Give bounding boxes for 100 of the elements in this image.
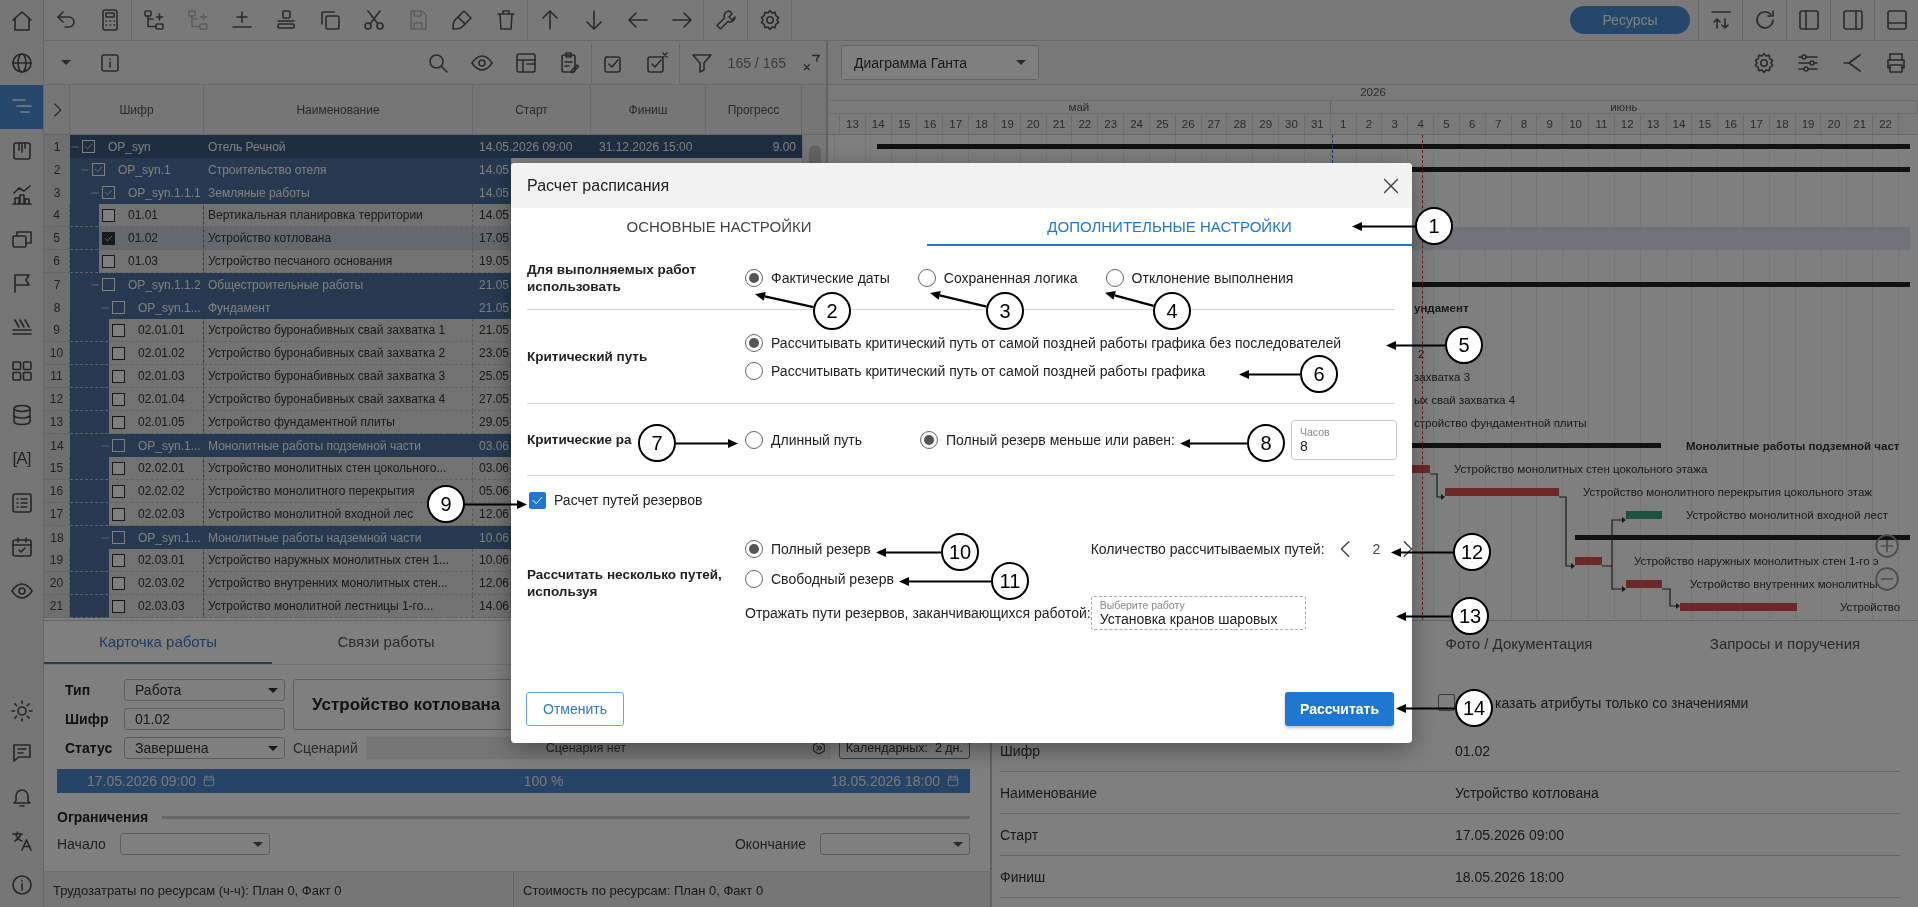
- status-dropdown[interactable]: Завершена: [124, 737, 285, 759]
- dropdown-value: Диаграмма Ганта: [854, 54, 968, 71]
- option-label[interactable]: Фактические даты: [771, 269, 890, 286]
- row-number: 1: [44, 135, 70, 158]
- check-square-x-icon[interactable]: [645, 50, 670, 75]
- copy-icon[interactable]: [318, 8, 342, 32]
- brush-icon[interactable]: [450, 8, 474, 32]
- table-cell: 21.05: [479, 323, 510, 337]
- wrench-icon[interactable]: [713, 8, 738, 32]
- option-label[interactable]: Сохраненная логика: [943, 269, 1078, 286]
- zoom-in-icon[interactable]: [1874, 533, 1900, 559]
- option-label[interactable]: Длинный путь: [771, 431, 862, 448]
- table-cell-text: Общестроительные работы: [207, 276, 365, 294]
- resources-button[interactable]: Ресурсы: [1570, 6, 1690, 34]
- option-label[interactable]: Полный резерв: [771, 541, 871, 557]
- printer-icon[interactable]: [1884, 50, 1908, 75]
- start-constraint-dropdown[interactable]: [119, 833, 270, 855]
- table-cell: 02.03.01: [138, 553, 185, 567]
- tab[interactable]: ОСНОВНЫЕ НАСТРОЙКИ: [511, 208, 927, 246]
- radio-button[interactable]: [745, 430, 763, 449]
- insert-below-icon[interactable]: [274, 8, 298, 32]
- calendar-icon[interactable]: [202, 774, 216, 788]
- hours-field[interactable]: Часов 8: [1290, 419, 1397, 460]
- option-label[interactable]: Рассчитывать критический путь от самой поздней работы графика без последователей: [771, 334, 1341, 351]
- code-field[interactable]: 01.02: [124, 708, 285, 730]
- radio-button[interactable]: [745, 333, 763, 352]
- checkbox[interactable]: [112, 461, 125, 475]
- scenario-icon[interactable]: [810, 740, 827, 756]
- clear-filter-icon[interactable]: [801, 52, 821, 73]
- type-dropdown[interactable]: Работа: [124, 679, 285, 701]
- checkbox-label[interactable]: казать атрибуты только со значениями: [1495, 694, 1749, 711]
- tab[interactable]: ДОПОЛНИТЕЛЬНЫЕ НАСТРОЙКИ: [927, 208, 1412, 246]
- checkbox[interactable]: [112, 599, 125, 613]
- table-row[interactable]: 11 02.01.03 Устройство буронабивных свай захватка 3 25.05: [44, 365, 511, 388]
- cancel-button[interactable]: Отменить: [526, 692, 624, 726]
- checkbox-label[interactable]: Расчет путей резервов: [554, 492, 703, 508]
- checkbox[interactable]: [102, 231, 115, 245]
- tab[interactable]: Карточка работы: [44, 621, 272, 664]
- sidebar-item[interactable]: [A]: [0, 437, 43, 481]
- calculate-button[interactable]: Рассчитать: [1285, 692, 1394, 726]
- view-dropdown[interactable]: Диаграмма Ганта: [841, 45, 1039, 80]
- tab[interactable]: Запросы и поручения: [1652, 621, 1918, 665]
- option-label[interactable]: Рассчитывать критический путь от самой поздней работы графика: [771, 362, 1206, 379]
- radio-button[interactable]: [1105, 268, 1124, 287]
- task-select-field[interactable]: Выберите работу Установка кранов шаровых: [1090, 596, 1306, 630]
- checkbox[interactable]: [112, 553, 125, 567]
- table-row[interactable]: 10 02.01.02 Устройство буронабивных свай захватка 2 23.05: [44, 342, 511, 365]
- table-cell: OP_syn.1.1.1: [128, 185, 201, 200]
- tab[interactable]: Связи работы: [272, 621, 500, 664]
- checkbox[interactable]: [112, 507, 125, 521]
- table-row[interactable]: 20 02.03.02 Устройство внутренних монолитных стен... 12.06: [44, 572, 511, 595]
- bottom-panel-icon[interactable]: [1884, 8, 1909, 32]
- checkbox[interactable]: [529, 491, 546, 509]
- day-label: 2: [1356, 114, 1383, 134]
- day-label: 24: [1124, 114, 1150, 134]
- checkbox[interactable]: [112, 369, 125, 383]
- table-row[interactable]: 15 02.02.01 Устройство монолитных стен цокольного... 03.06: [44, 457, 511, 480]
- radio-button[interactable]: [745, 570, 763, 588]
- radio-button[interactable]: [920, 430, 938, 449]
- radio-button[interactable]: [745, 540, 763, 558]
- table-row[interactable]: 4 01.01 Вертикальная планировка территории 14.05: [44, 204, 511, 227]
- sort-icon[interactable]: [1708, 8, 1733, 32]
- radio-button[interactable]: [917, 268, 936, 287]
- checkbox[interactable]: [102, 254, 115, 268]
- right-panel-icon[interactable]: [1840, 8, 1865, 32]
- table-row[interactable]: 21 02.03.03 Устройство монолитной лестницы 1-го... 14.06: [44, 595, 511, 618]
- option-label[interactable]: Свободный резерв: [771, 571, 894, 587]
- pointer-arrow: [1179, 437, 1248, 449]
- table-row[interactable]: 6 01.03 Устройство песчаного основания 19.05: [44, 250, 511, 273]
- checkmark-icon: [83, 141, 94, 152]
- table-cell: OP_syn.1...: [138, 438, 201, 453]
- callout-marker: 14: [1455, 689, 1493, 727]
- table-row[interactable]: 12 02.01.04 Устройство буронабивных свай захватка 4 27.05: [44, 388, 511, 411]
- checkbox[interactable]: [112, 346, 125, 360]
- layout-icon[interactable]: [513, 50, 538, 75]
- cut-icon[interactable]: [362, 8, 386, 32]
- checkbox[interactable]: [102, 208, 115, 222]
- table-row[interactable]: 13 02.01.05 Устройство фундаментной плиты 29.05: [44, 411, 511, 434]
- checkbox[interactable]: [112, 323, 125, 337]
- radio-button[interactable]: [745, 268, 763, 287]
- month-label: июнь: [1610, 101, 1638, 114]
- table-row[interactable]: 9 02.01.01 Устройство буронабивных свай захватка 1 21.05: [44, 319, 511, 342]
- calendar-icon[interactable]: [946, 774, 960, 788]
- table-row[interactable]: 5 01.02 Устройство котлована 17.05: [44, 227, 511, 250]
- checkbox[interactable]: [112, 415, 125, 429]
- checkbox[interactable]: [112, 392, 125, 406]
- radio-button[interactable]: [745, 361, 763, 380]
- checkbox[interactable]: [112, 484, 125, 498]
- sidebar-item[interactable]: [0, 85, 43, 129]
- option-label[interactable]: Отклонение выполнения: [1131, 269, 1294, 286]
- option-label[interactable]: Полный резерв меньше или равен:: [946, 431, 1175, 448]
- settings-icon[interactable]: [1752, 50, 1776, 75]
- table-row[interactable]: 19 02.03.01 Устройство наружных монолитных стен 1... 10.06: [44, 549, 511, 572]
- translate-icon: [9, 829, 34, 853]
- pointer-arrow: [1238, 368, 1301, 380]
- column-header: Шифр: [70, 85, 204, 134]
- hierarchy-plus-icon[interactable]: [142, 8, 166, 32]
- left-panel-icon[interactable]: [1796, 8, 1821, 32]
- column-header: Старт: [473, 85, 591, 134]
- checkbox[interactable]: [112, 576, 125, 590]
